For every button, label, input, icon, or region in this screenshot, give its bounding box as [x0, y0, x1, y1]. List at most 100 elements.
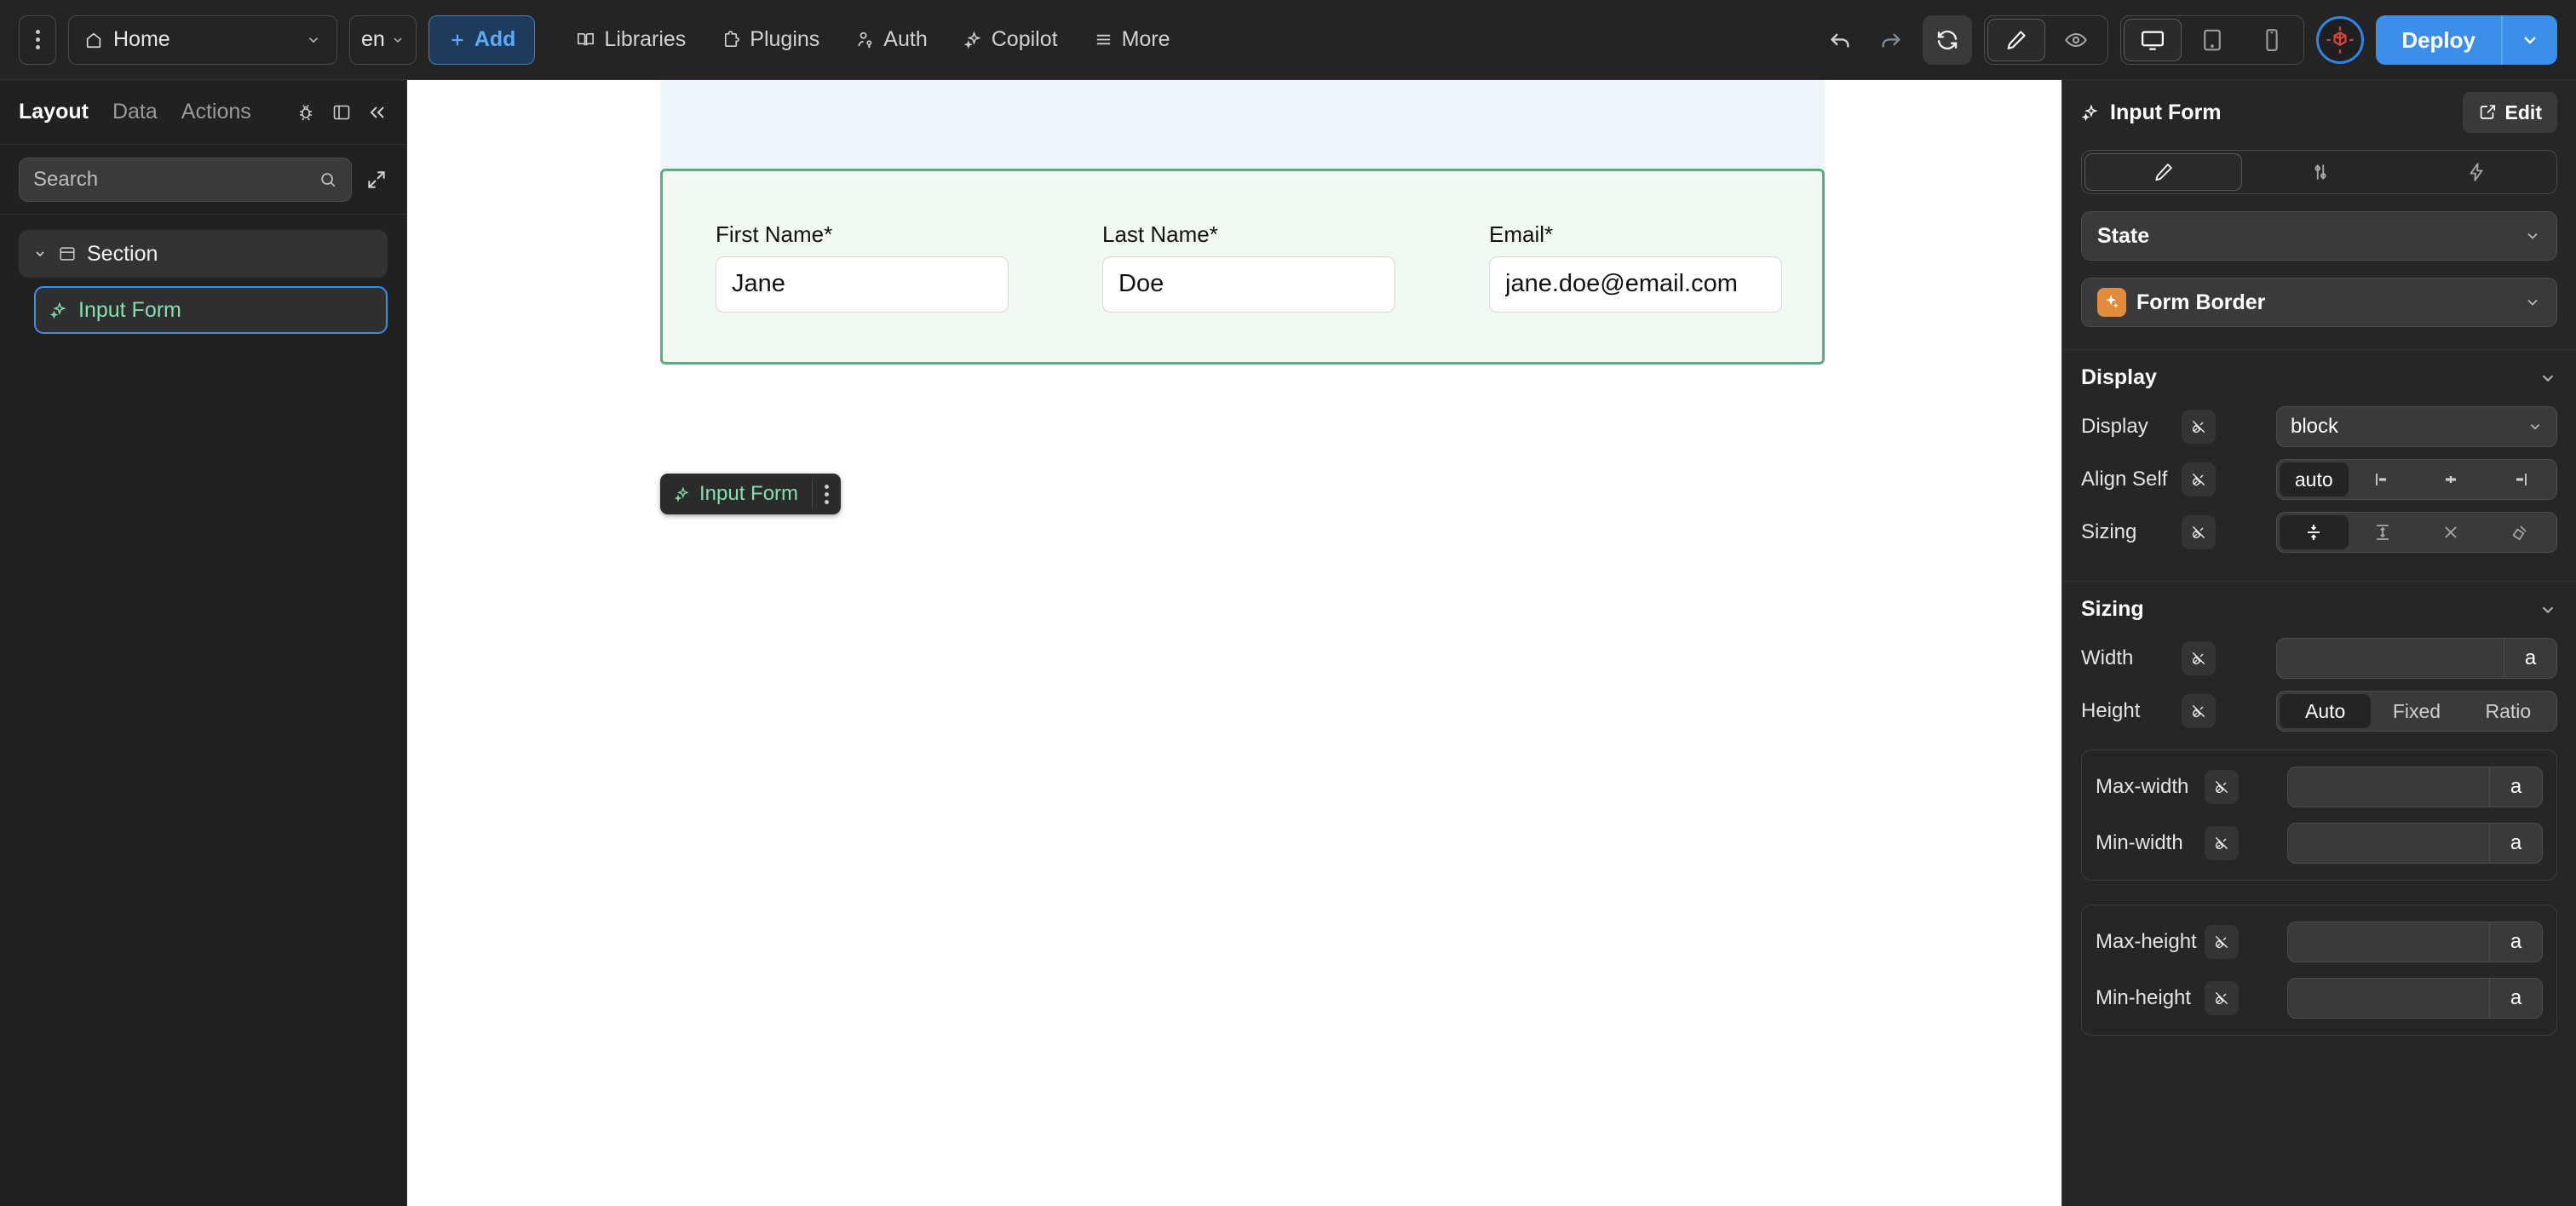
- canvas[interactable]: First Name* Last Name* Email* Input F: [407, 80, 2061, 1206]
- panel-icon[interactable]: [331, 102, 352, 123]
- plug-off-icon[interactable]: [2182, 462, 2216, 497]
- sizing-section-header[interactable]: Sizing: [2062, 581, 2576, 632]
- state-select[interactable]: State: [2081, 211, 2557, 261]
- viewport-toggle-group: [2120, 15, 2304, 65]
- none-x-icon[interactable]: [2417, 515, 2486, 549]
- min-width-unit-button[interactable]: a: [2489, 824, 2542, 863]
- chevron-down-icon[interactable]: [2539, 369, 2557, 388]
- deploy-dropdown-button[interactable]: [2503, 30, 2557, 50]
- width-constraints-group: Max-width a Min-width: [2081, 749, 2557, 881]
- mobile-viewport-button[interactable]: [2243, 19, 2301, 61]
- search-box[interactable]: [19, 158, 352, 202]
- book-icon: [576, 30, 595, 49]
- chevron-down-icon[interactable]: [32, 247, 48, 261]
- grow-icon[interactable]: [2349, 515, 2418, 549]
- undo-button[interactable]: [1820, 20, 1860, 60]
- chevron-down-icon: [2524, 294, 2541, 311]
- deploy-button[interactable]: Deploy: [2376, 27, 2501, 54]
- edit-button[interactable]: Edit: [2463, 92, 2557, 133]
- preview-mode-button[interactable]: [2047, 19, 2105, 61]
- nav-item-copilot[interactable]: Copilot: [950, 20, 1072, 60]
- min-width-input[interactable]: [2288, 824, 2489, 863]
- plus-icon: [448, 31, 467, 49]
- plug-off-icon[interactable]: [2205, 770, 2239, 804]
- display-value: block: [2291, 415, 2527, 439]
- collapse-left-icon[interactable]: [367, 102, 388, 123]
- sizing-segment: [2276, 512, 2557, 553]
- tab-style[interactable]: [2084, 153, 2242, 191]
- language-selector[interactable]: en: [349, 15, 417, 65]
- search-input[interactable]: [33, 168, 319, 192]
- tree-node-section[interactable]: Section: [19, 230, 388, 278]
- home-icon: [84, 31, 103, 49]
- properties-tabs: [2081, 150, 2557, 194]
- plug-off-icon[interactable]: [2182, 694, 2216, 728]
- display-section-header[interactable]: Display: [2062, 349, 2576, 400]
- max-height-input[interactable]: [2288, 922, 2489, 962]
- height-fixed-option[interactable]: Fixed: [2371, 694, 2462, 728]
- tree-node-input-form[interactable]: Input Form: [34, 286, 388, 334]
- align-end-icon[interactable]: [2486, 462, 2555, 497]
- max-width-unit-button[interactable]: a: [2489, 767, 2542, 807]
- desktop-viewport-button[interactable]: [2124, 19, 2182, 61]
- custom-icon[interactable]: [2486, 515, 2555, 549]
- max-height-unit-button[interactable]: a: [2489, 922, 2542, 962]
- align-start-icon[interactable]: [2349, 462, 2418, 497]
- redo-button[interactable]: [1872, 20, 1911, 60]
- tablet-icon: [2199, 27, 2225, 53]
- chevron-down-icon[interactable]: [2539, 600, 2557, 619]
- min-height-input[interactable]: [2288, 979, 2489, 1018]
- plug-off-icon[interactable]: [2205, 826, 2239, 860]
- width-unit-button[interactable]: a: [2504, 639, 2556, 678]
- height-ratio-option[interactable]: Ratio: [2463, 694, 2554, 728]
- form-border-select[interactable]: Form Border: [2081, 278, 2557, 327]
- width-input[interactable]: [2277, 639, 2504, 678]
- edit-mode-button[interactable]: [1987, 19, 2045, 61]
- tab-data[interactable]: Data: [112, 100, 158, 124]
- email-input[interactable]: [1489, 256, 1782, 313]
- tab-settings[interactable]: [2242, 153, 2398, 191]
- edit-external-icon: [2478, 103, 2497, 122]
- bug-icon[interactable]: [296, 102, 316, 123]
- plug-off-icon[interactable]: [2182, 410, 2216, 444]
- first-name-input[interactable]: [716, 256, 1009, 313]
- tab-actions[interactable]: Actions: [181, 100, 251, 124]
- display-select[interactable]: block: [2276, 406, 2557, 447]
- tablet-viewport-button[interactable]: [2183, 19, 2241, 61]
- shrink-icon[interactable]: [2280, 515, 2349, 549]
- tab-layout[interactable]: Layout: [19, 100, 89, 124]
- max-width-input[interactable]: [2288, 767, 2489, 807]
- nav-item-plugins[interactable]: Plugins: [708, 20, 833, 60]
- add-button[interactable]: Add: [428, 15, 536, 65]
- last-name-input[interactable]: [1102, 256, 1395, 313]
- nav-item-libraries[interactable]: Libraries: [562, 20, 699, 60]
- selection-badge-menu-button[interactable]: [813, 485, 841, 504]
- align-self-segment: auto: [2276, 459, 2557, 500]
- sparkles-icon: [49, 301, 68, 319]
- plug-off-icon[interactable]: [2205, 981, 2239, 1015]
- align-self-control: auto: [2276, 459, 2557, 500]
- field-label: Email*: [1489, 221, 1782, 248]
- avatar[interactable]: [2316, 16, 2364, 64]
- row-label: Display: [2081, 415, 2182, 439]
- expand-diagonal-icon[interactable]: [365, 169, 388, 191]
- tab-interactions[interactable]: [2398, 153, 2554, 191]
- plug-off-icon[interactable]: [2205, 925, 2239, 959]
- refresh-button[interactable]: [1923, 15, 1972, 65]
- row-display: Display block: [2062, 400, 2576, 453]
- plug-off-icon[interactable]: [2182, 641, 2216, 675]
- selection-badge-button[interactable]: Input Form: [660, 482, 812, 506]
- page-selector[interactable]: Home: [68, 15, 337, 65]
- left-panel-search-row: [0, 145, 406, 215]
- align-center-icon[interactable]: [2417, 462, 2486, 497]
- align-self-auto[interactable]: auto: [2280, 462, 2349, 497]
- nav-item-auth[interactable]: Auth: [842, 20, 940, 60]
- app-menu-button[interactable]: [19, 15, 56, 65]
- height-auto-option[interactable]: Auto: [2280, 694, 2371, 728]
- section-region[interactable]: [660, 80, 1825, 169]
- nav-item-more[interactable]: More: [1080, 20, 1184, 60]
- input-form[interactable]: First Name* Last Name* Email*: [660, 169, 1825, 365]
- min-height-unit-button[interactable]: a: [2489, 979, 2542, 1018]
- plug-off-icon[interactable]: [2182, 515, 2216, 549]
- row-max-width: Max-width a: [2082, 759, 2556, 815]
